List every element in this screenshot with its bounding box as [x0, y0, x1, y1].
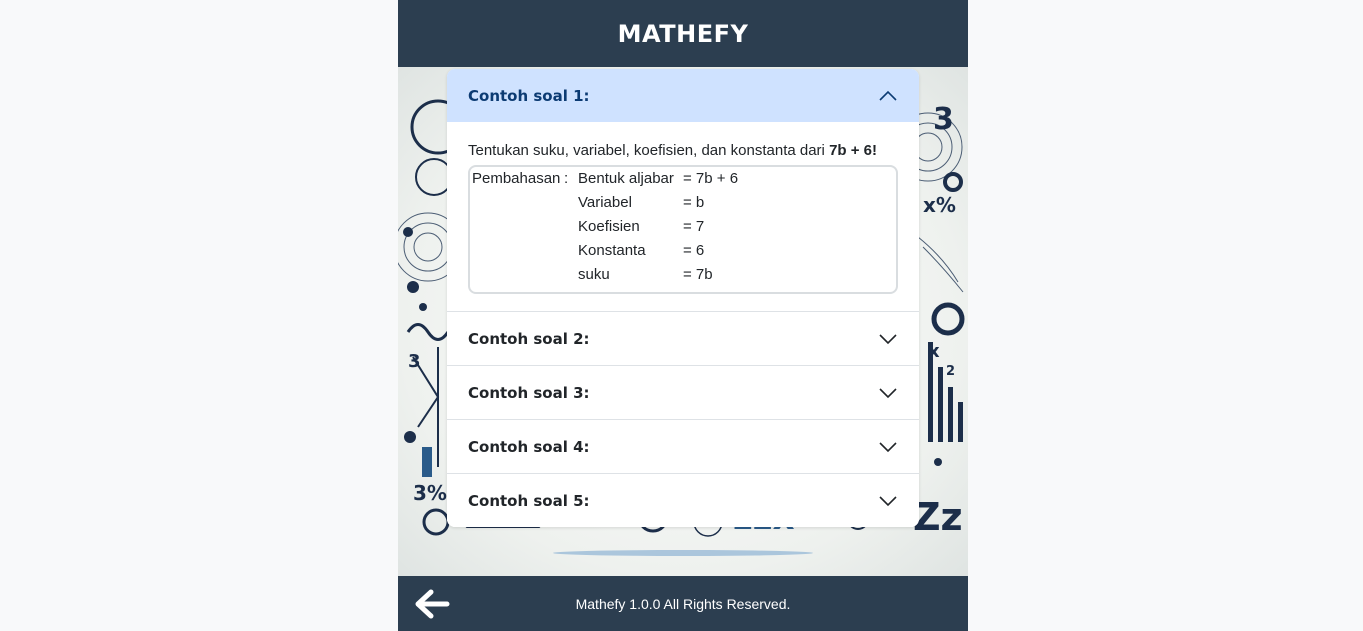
question-prompt: Tentukan suku, variabel, koefisien, dan … — [468, 142, 830, 159]
solution-row: Konstanta = 6 — [472, 242, 738, 266]
accordion-item-2: Contoh soal 2: — [447, 311, 919, 365]
app-frame: MATHEFY 3 x% x 2 3 3% Zz Contoh soal 1: … — [398, 0, 968, 631]
svg-text:3%: 3% — [413, 481, 447, 505]
examples-accordion: Contoh soal 1: Tentukan suku, variabel, … — [447, 69, 919, 527]
accordion-title-4: Contoh soal 4: — [468, 437, 590, 456]
solution-term: Koefisien — [578, 218, 640, 235]
solution-value: = 6 — [683, 242, 705, 259]
chevron-down-icon — [879, 495, 897, 506]
solution-row: Pembahasan : Bentuk aljabar = 7b + 6 — [472, 170, 738, 194]
solution-table: Pembahasan : Bentuk aljabar = 7b + 6 Var… — [472, 170, 738, 290]
solution-value: = b — [683, 194, 705, 211]
svg-text:x: x — [928, 341, 940, 362]
solution-row: Variabel = b — [472, 194, 738, 218]
solution-term: Bentuk aljabar — [578, 170, 674, 187]
arrow-left-icon — [415, 589, 450, 619]
chevron-down-icon — [879, 387, 897, 398]
back-button[interactable] — [412, 586, 452, 622]
solution-row: suku = 7b — [472, 266, 738, 290]
solution-term: Konstanta — [578, 242, 646, 259]
accordion-title-5: Contoh soal 5: — [468, 491, 590, 510]
solution-term: suku — [578, 266, 610, 283]
accordion-header-4[interactable]: Contoh soal 4: — [447, 419, 919, 473]
svg-text:x%: x% — [923, 193, 956, 217]
accordion-header-1[interactable]: Contoh soal 1: — [447, 69, 919, 122]
solution-label: Pembahasan — [472, 170, 561, 187]
solution-row: Koefisien = 7 — [472, 218, 738, 242]
solution-value: = 7 — [683, 218, 705, 235]
accordion-header-2[interactable]: Contoh soal 2: — [447, 311, 919, 365]
solution-box: Pembahasan : Bentuk aljabar = 7b + 6 Var… — [468, 165, 898, 294]
accordion-header-5[interactable]: Contoh soal 5: — [447, 473, 919, 527]
svg-text:2: 2 — [946, 364, 955, 379]
accordion-item-4: Contoh soal 4: — [447, 419, 919, 473]
question-expression: 7b + 6! — [829, 142, 877, 159]
solution-colon: : — [564, 170, 569, 187]
app-title: MATHEFY — [617, 19, 749, 48]
chevron-down-icon — [879, 441, 897, 452]
accordion-item-1: Contoh soal 1: Tentukan suku, variabel, … — [447, 69, 919, 311]
svg-text:Zz: Zz — [913, 495, 963, 539]
question-text: Tentukan suku, variabel, koefisien, dan … — [468, 141, 898, 161]
accordion-title-2: Contoh soal 2: — [468, 329, 590, 348]
chevron-up-icon — [879, 90, 897, 101]
svg-text:3: 3 — [408, 351, 421, 372]
solution-value: = 7b + 6 — [683, 170, 739, 187]
app-header: MATHEFY — [398, 0, 968, 67]
accordion-title-3: Contoh soal 3: — [468, 383, 590, 402]
accordion-item-5: Contoh soal 5: — [447, 473, 919, 527]
chevron-down-icon — [879, 333, 897, 344]
app-footer: Mathefy 1.0.0 All Rights Reserved. — [398, 576, 968, 631]
accordion-body-1: Tentukan suku, variabel, koefisien, dan … — [447, 122, 919, 311]
accordion-item-3: Contoh soal 3: — [447, 365, 919, 419]
solution-value: = 7b — [683, 266, 713, 283]
footer-copyright: Mathefy 1.0.0 All Rights Reserved. — [575, 595, 791, 612]
svg-text:3: 3 — [933, 102, 954, 137]
solution-term: Variabel — [578, 194, 632, 211]
accordion-title-1: Contoh soal 1: — [468, 86, 590, 105]
accordion-header-3[interactable]: Contoh soal 3: — [447, 365, 919, 419]
